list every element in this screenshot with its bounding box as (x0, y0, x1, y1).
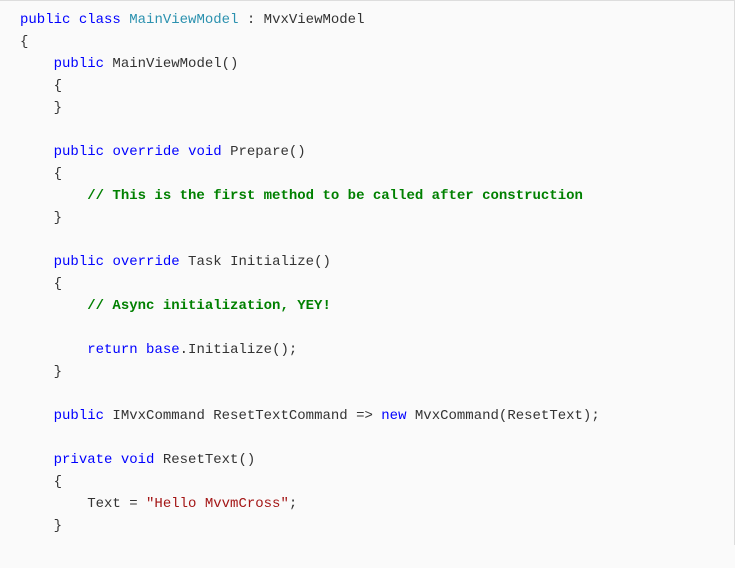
token-plain: ResetText() (154, 452, 255, 468)
code-line: } (20, 207, 734, 229)
token-cmt: // This is the first method to be called… (87, 188, 583, 204)
token-plain (20, 56, 54, 72)
token-plain: } (20, 364, 62, 380)
token-kw: public (20, 12, 70, 28)
token-plain: } (20, 100, 62, 116)
code-line: public class MainViewModel : MvxViewMode… (20, 9, 734, 31)
token-kw: public (54, 144, 104, 160)
code-line: public override void Prepare() (20, 141, 734, 163)
token-plain: Task Initialize() (180, 254, 331, 270)
token-plain: IMvxCommand ResetTextCommand => (104, 408, 381, 424)
token-kw: base (146, 342, 180, 358)
code-line: { (20, 75, 734, 97)
token-plain: : MvxViewModel (238, 12, 364, 28)
code-line (20, 119, 734, 141)
code-block: public class MainViewModel : MvxViewMode… (0, 0, 735, 545)
code-line (20, 229, 734, 251)
code-line (20, 317, 734, 339)
code-line: return base.Initialize(); (20, 339, 734, 361)
code-line: { (20, 163, 734, 185)
code-line: } (20, 361, 734, 383)
code-line: { (20, 31, 734, 53)
token-kw: public (54, 408, 104, 424)
code-line: // Async initialization, YEY! (20, 295, 734, 317)
token-plain (180, 144, 188, 160)
token-plain (20, 408, 54, 424)
token-kw: return (87, 342, 137, 358)
token-plain (20, 342, 87, 358)
code-line: public IMvxCommand ResetTextCommand => n… (20, 405, 734, 427)
token-plain (20, 254, 54, 270)
token-plain: { (20, 474, 62, 490)
token-plain: { (20, 34, 28, 50)
token-plain: { (20, 78, 62, 94)
code-line: { (20, 471, 734, 493)
token-kw: new (381, 408, 406, 424)
token-kw: public (54, 254, 104, 270)
code-line: } (20, 97, 734, 119)
token-plain: { (20, 166, 62, 182)
code-line: Text = "Hello MvvmCross"; (20, 493, 734, 515)
token-plain (138, 342, 146, 358)
token-plain: .Initialize(); (180, 342, 298, 358)
token-plain (121, 12, 129, 28)
token-plain (112, 452, 120, 468)
token-plain: ; (289, 496, 297, 512)
token-plain: { (20, 276, 62, 292)
token-kw: class (79, 12, 121, 28)
token-kw: void (188, 144, 222, 160)
token-plain (20, 144, 54, 160)
token-plain: MvxCommand(ResetText); (407, 408, 600, 424)
code-line: } (20, 515, 734, 537)
token-plain (20, 188, 87, 204)
code-line (20, 427, 734, 449)
code-line: public override Task Initialize() (20, 251, 734, 273)
token-kw: private (54, 452, 113, 468)
token-plain (20, 452, 54, 468)
token-plain: } (20, 210, 62, 226)
token-type: MainViewModel (129, 12, 238, 28)
code-line: { (20, 273, 734, 295)
code-line (20, 383, 734, 405)
code-line: public MainViewModel() (20, 53, 734, 75)
token-plain: Text = (20, 496, 146, 512)
token-plain: } (20, 518, 62, 534)
token-str: "Hello MvvmCross" (146, 496, 289, 512)
token-plain: Prepare() (222, 144, 306, 160)
token-kw: override (112, 254, 179, 270)
code-line: private void ResetText() (20, 449, 734, 471)
token-plain (20, 298, 87, 314)
token-plain (70, 12, 78, 28)
code-line: // This is the first method to be called… (20, 185, 734, 207)
token-kw: override (112, 144, 179, 160)
token-kw: void (121, 452, 155, 468)
token-cmt: // Async initialization, YEY! (87, 298, 331, 314)
token-kw: public (54, 56, 104, 72)
token-plain: MainViewModel() (104, 56, 238, 72)
